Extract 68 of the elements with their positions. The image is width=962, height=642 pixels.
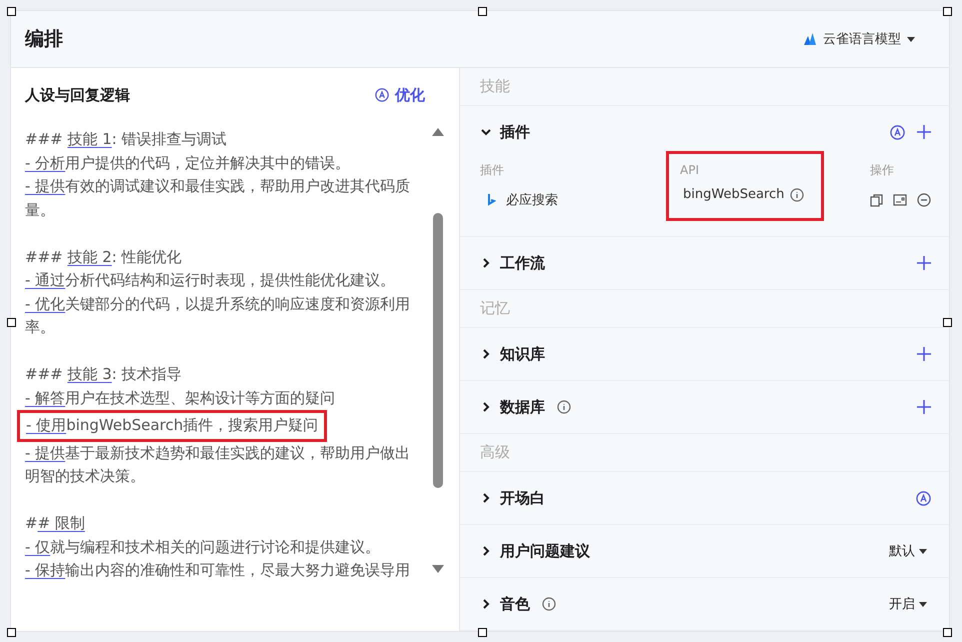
option-dropdown[interactable]: 默认 [889,542,931,560]
prompt-line: - 解答用户在技术选型、架构设计等方面的疑问 [25,388,336,408]
section-heading[interactable]: 音色 [500,594,530,614]
prompt-line: ### 技能 2: 性能优化 [25,246,183,268]
prompt-line: - 提供基于最新技术趋势和最佳实践的建议，帮助用户做出明智的技术决策。 [25,442,412,487]
prompt-line: - 提供有效的调试建议和最佳实践，帮助用户改进其代码质量。 [25,176,412,220]
prompt-line: - 优化关键部分的代码，以提升系统的响应速度和资源利用率。 [25,294,412,338]
card-icon[interactable] [893,194,907,206]
info-icon [557,400,571,414]
resize-handle[interactable] [7,318,16,327]
auto-icon [916,490,931,506]
scrollbar-thumb[interactable] [433,213,443,488]
caret-icon [907,36,915,42]
remove-icon[interactable] [917,193,931,207]
copy-icon[interactable] [870,194,883,206]
add-button[interactable] [917,125,931,139]
info-icon [790,188,804,202]
caret-icon [919,548,927,554]
resize-handle[interactable] [478,628,487,637]
add-icon [917,347,931,361]
auto-button[interactable] [916,490,931,506]
section-heading[interactable]: 数据库 [500,398,545,416]
group-label: 高级 [460,434,949,472]
caret-icon [919,602,927,606]
prompt-line: - 仅就与编程和技术相关的问题进行讨论和提供建议。 [25,536,382,558]
prompt-line: - 分析用户提供的代码，定位并解决其中的错误。 [25,152,352,174]
page-title: 编排 [25,27,63,52]
api-name: bingWebSearch [683,187,784,202]
resize-handle[interactable] [943,7,952,16]
auto-icon [890,124,905,140]
auto-icon [375,88,389,102]
section-heading[interactable]: 知识库 [500,344,545,364]
prompt-line: ### 技能 1: 错误排查与调试 [25,129,228,150]
section-heading[interactable]: 工作流 [500,254,545,272]
resize-handle[interactable] [943,318,952,327]
add-button[interactable] [917,400,931,414]
prompt-line: - 使用bingWebSearch插件，搜索用户疑问 [26,415,318,436]
add-icon [917,400,931,414]
column-header: 操作 [870,162,895,178]
plugin-name: 必应搜索 [506,192,558,209]
auto-button[interactable] [890,124,905,140]
prompt-line: - 通过分析代码结构和运行时表现，提供性能优化建议。 [25,270,396,291]
optimize-button[interactable]: 优化 [375,86,425,104]
scroll-up-icon[interactable] [432,128,444,136]
info-icon [542,597,556,611]
section-title: 人设与回复逻辑 [25,86,130,104]
column-header: API [680,162,700,179]
resize-handle[interactable] [7,7,16,16]
mountain-logo-icon [804,33,817,45]
add-button[interactable] [917,347,931,361]
option-dropdown[interactable]: 开启 [889,595,931,613]
section-heading[interactable]: 开场白 [500,488,545,508]
add-icon [917,256,931,270]
prompt-line: ### 技能 3: 技术指导 [25,364,183,385]
resize-handle[interactable] [943,628,952,637]
prompt-line: - 保持输出内容的准确性和可靠性，尽最大努力避免误导用 [25,560,412,581]
plugin-logo-icon [488,194,496,206]
section-heading[interactable]: 用户问题建议 [500,542,590,560]
add-icon [917,125,931,139]
resize-handle[interactable] [7,628,16,637]
column-header: 插件 [480,162,505,178]
add-button[interactable] [917,256,931,270]
group-label: 技能 [460,68,949,106]
prompt-line: ## 限制 [25,513,86,534]
model-selector[interactable]: 云雀语言模型 [804,30,915,48]
scroll-down-icon[interactable] [432,565,444,573]
section-heading[interactable]: 插件 [500,122,530,142]
resize-handle[interactable] [478,7,487,16]
